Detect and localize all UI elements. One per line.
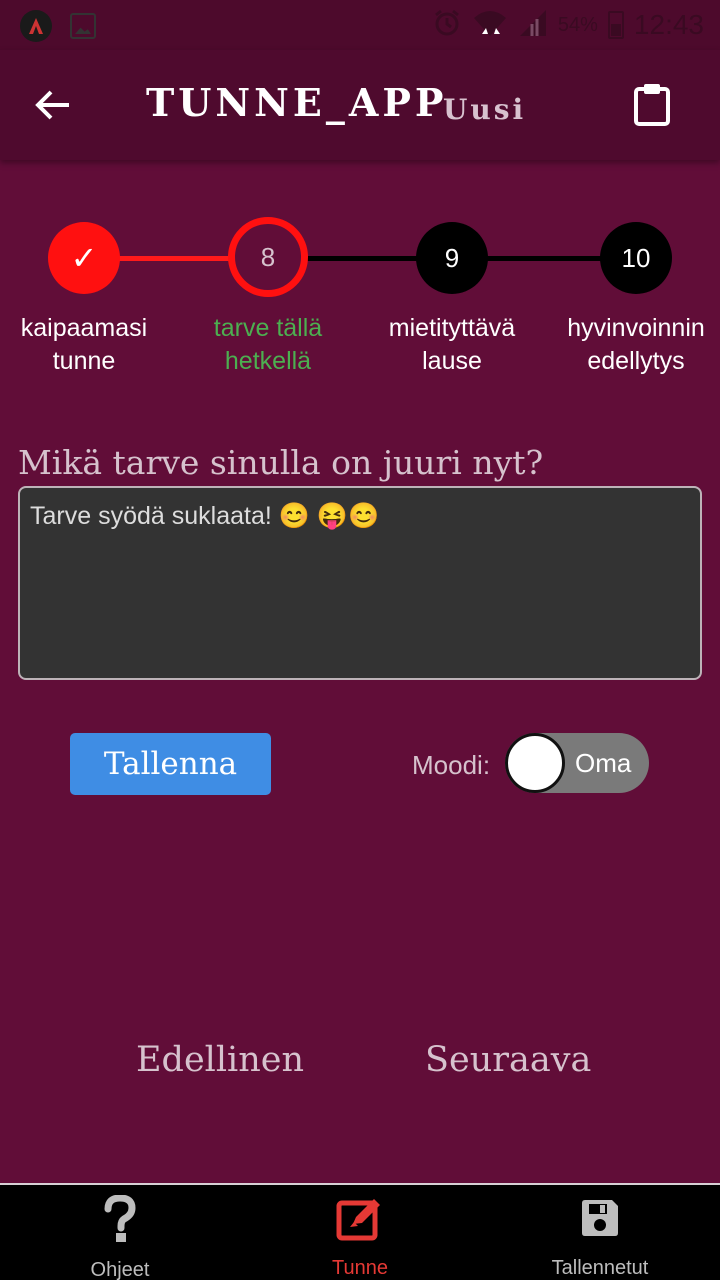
app-notification-icon — [20, 10, 52, 42]
step-3-label: mietityttävä lause — [362, 312, 542, 378]
tab-label: Tallennetut — [551, 1257, 649, 1279]
step-1-circle[interactable]: ✓ — [48, 222, 120, 294]
battery-percent: 54% — [557, 13, 598, 36]
edit-icon — [336, 1195, 384, 1241]
status-bar: 54% 12:43 — [0, 0, 720, 50]
tab-label: Ohjeet — [90, 1259, 150, 1280]
step-3-circle[interactable]: 9 — [416, 222, 488, 294]
step-1-label: kaipaamasi tunne — [0, 312, 174, 378]
tab-ohjeet[interactable]: Ohjeet — [0, 1185, 240, 1280]
step-2-circle[interactable]: 8 — [228, 217, 308, 297]
step-number: 8 — [260, 241, 276, 272]
answer-value: Tarve syödä suklaata! 😊 😝😊 — [30, 502, 380, 530]
step-label-line: hetkellä — [224, 347, 312, 375]
question-icon — [103, 1195, 137, 1243]
progress-stepper: ✓ 8 9 10 kaipaamasi tunne tarve tällä he… — [0, 200, 720, 390]
clipboard-icon — [634, 84, 670, 126]
step-2-label: tarve tällä hetkellä — [178, 312, 358, 378]
mode-toggle[interactable]: Oma — [505, 733, 649, 793]
mode-label: Moodi: — [412, 750, 491, 780]
step-label-line: hyvinvoinnin — [567, 314, 705, 342]
step-4-label: hyvinvoinnin edellytys — [546, 312, 720, 378]
toggle-knob[interactable] — [505, 733, 565, 793]
arrow-left-icon — [35, 90, 69, 120]
app-header: TUNNE_APP Uusi — [0, 50, 720, 160]
tab-label: Tunne — [332, 1257, 388, 1279]
clipboard-button[interactable] — [628, 80, 676, 130]
mode-value: Oma — [575, 748, 632, 778]
step-label-line: tarve tällä — [213, 314, 323, 342]
battery-icon — [607, 11, 624, 39]
app-title: TUNNE_APP — [146, 80, 448, 125]
step-label-line: tunne — [52, 347, 116, 375]
step-label-line: mietityttävä — [388, 314, 516, 342]
previous-button[interactable]: Edellinen — [136, 1040, 304, 1080]
tab-tallennetut[interactable]: Tallennetut — [480, 1185, 720, 1280]
step-4-circle[interactable]: 10 — [600, 222, 672, 294]
wifi-icon — [472, 8, 508, 43]
question-text: Mikä tarve sinulla on juuri nyt? — [18, 443, 544, 482]
alarm-icon — [432, 8, 462, 43]
step-number: 10 — [621, 242, 651, 273]
back-button[interactable] — [28, 80, 78, 130]
save-icon — [579, 1195, 621, 1241]
step-label-line: edellytys — [587, 347, 685, 375]
answer-textarea[interactable]: Tarve syödä suklaata! 😊 😝😊 — [18, 486, 702, 680]
image-notification-icon — [70, 13, 96, 39]
page-subtitle: Uusi — [443, 93, 527, 126]
signal-icon — [518, 8, 548, 43]
next-button[interactable]: Seuraava — [425, 1040, 591, 1080]
tab-tunne[interactable]: Tunne — [240, 1185, 480, 1280]
bottom-tab-bar: Ohjeet Tunne Tallennetut — [0, 1183, 720, 1280]
clock: 12:43 — [633, 9, 704, 40]
step-number: 9 — [444, 242, 460, 273]
step-label-line: kaipaamasi — [20, 314, 148, 342]
save-button[interactable]: Tallenna — [70, 733, 271, 795]
step-label-line: lause — [422, 347, 482, 375]
check-icon: ✓ — [70, 240, 98, 276]
